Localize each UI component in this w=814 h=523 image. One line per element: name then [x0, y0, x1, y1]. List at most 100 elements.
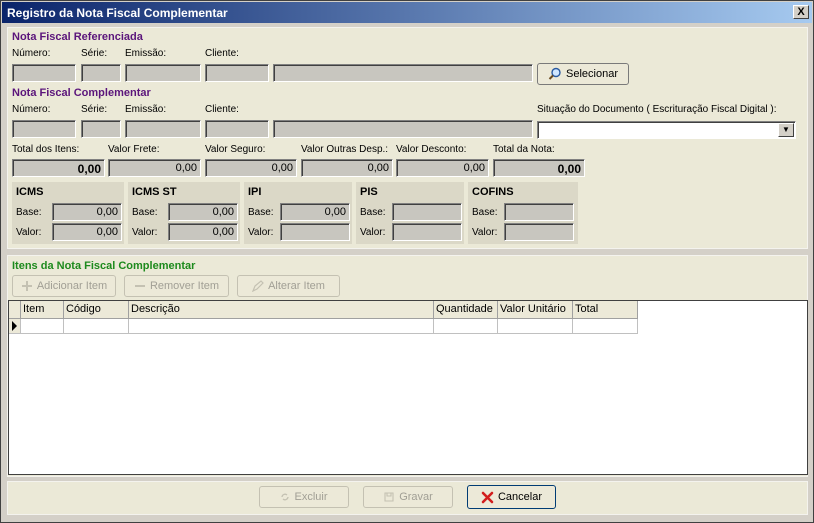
col-codigo[interactable]: Código — [64, 301, 129, 319]
desconto-field[interactable]: 0,00 — [396, 159, 489, 177]
ref-cliente-code-field[interactable] — [205, 64, 269, 82]
icms-st-box: ICMS ST Base: Valor: 0,00 0,00 — [128, 182, 240, 244]
col-descricao[interactable]: Descrição — [129, 301, 434, 319]
cofins-base-field[interactable] — [504, 203, 574, 221]
ipi-valor-field[interactable] — [280, 223, 350, 241]
referenced-title: Nota Fiscal Referenciada — [12, 31, 143, 43]
icms-title: ICMS — [16, 186, 44, 198]
title-bar[interactable]: Registro da Nota Fiscal Complementar X — [2, 2, 812, 23]
table-cell[interactable] — [21, 319, 64, 334]
grid-row-header — [9, 301, 21, 319]
close-button[interactable]: X — [793, 5, 809, 19]
col-total[interactable]: Total — [573, 301, 638, 319]
pis-base-label: Base: — [360, 207, 386, 218]
pis-box: PIS Base: Valor: — [356, 182, 464, 244]
icms-st-valor-label: Valor: — [132, 227, 158, 238]
comp-serie-label: Série: — [81, 104, 108, 115]
ref-numero-label: Número: — [12, 48, 51, 59]
frete-field[interactable]: 0,00 — [108, 159, 201, 177]
comp-cliente-name-field[interactable] — [273, 120, 533, 138]
icms-base-field[interactable]: 0,00 — [52, 203, 122, 221]
pis-valor-label: Valor: — [360, 227, 386, 238]
cofins-box: COFINS Base: Valor: — [468, 182, 578, 244]
row-selector[interactable] — [9, 319, 21, 334]
table-cell[interactable] — [129, 319, 434, 334]
icms-valor-field[interactable]: 0,00 — [52, 223, 122, 241]
total-itens-label: Total dos Itens: — [12, 144, 80, 155]
save-button[interactable]: Gravar — [363, 486, 453, 508]
icms-valor-label: Valor: — [16, 227, 42, 238]
delete-button-label: Excluir — [294, 491, 328, 503]
seguro-field[interactable]: 0,00 — [205, 159, 297, 177]
outras-label: Valor Outras Desp.: — [301, 144, 389, 155]
save-button-label: Gravar — [399, 491, 433, 503]
comp-numero-field[interactable] — [12, 120, 76, 138]
col-quantidade[interactable]: Quantidade — [434, 301, 498, 319]
cofins-base-label: Base: — [472, 207, 498, 218]
minus-icon — [134, 285, 145, 287]
seguro-label: Valor Seguro: — [205, 144, 266, 155]
ref-serie-field[interactable] — [81, 64, 121, 82]
edit-item-label: Alterar Item — [268, 280, 325, 292]
total-itens-field[interactable]: 0,00 — [12, 159, 105, 177]
edit-item-button[interactable]: Alterar Item — [237, 275, 340, 297]
ipi-base-field[interactable]: 0,00 — [280, 203, 350, 221]
items-grid[interactable]: Item Código Descrição Quantidade Valor U… — [8, 300, 808, 475]
chevron-down-icon[interactable]: ▼ — [778, 123, 794, 137]
pencil-icon — [252, 280, 264, 292]
select-button-label: Selecionar — [566, 68, 618, 80]
icms-box: ICMS Base: Valor: 0,00 0,00 — [12, 182, 124, 244]
cancel-icon — [481, 491, 494, 503]
icms-st-title: ICMS ST — [132, 186, 177, 198]
total-nota-label: Total da Nota: — [493, 144, 555, 155]
complementary-title: Nota Fiscal Complementar — [12, 87, 151, 99]
icms-base-label: Base: — [16, 207, 42, 218]
ipi-title: IPI — [248, 186, 262, 198]
plus-icon — [21, 281, 32, 291]
comp-emissao-label: Emissão: — [125, 104, 167, 115]
remove-item-button[interactable]: Remover Item — [124, 275, 229, 297]
ref-emissao-field[interactable] — [125, 64, 201, 82]
table-cell[interactable] — [64, 319, 129, 334]
ref-emissao-label: Emissão: — [125, 48, 167, 59]
close-icon: X — [797, 6, 805, 18]
comp-cliente-code-field[interactable] — [205, 120, 269, 138]
desconto-label: Valor Desconto: — [396, 144, 467, 155]
cancel-button[interactable]: Cancelar — [467, 485, 556, 509]
frete-label: Valor Frete: — [108, 144, 160, 155]
ref-cliente-name-field[interactable] — [273, 64, 533, 82]
ipi-valor-label: Valor: — [248, 227, 274, 238]
icms-st-valor-field[interactable]: 0,00 — [168, 223, 238, 241]
col-item[interactable]: Item — [21, 301, 64, 319]
cofins-valor-field[interactable] — [504, 223, 574, 241]
outras-field[interactable]: 0,00 — [301, 159, 393, 177]
ref-numero-field[interactable] — [12, 64, 76, 82]
delete-button[interactable]: Excluir — [259, 486, 349, 508]
items-title: Itens da Nota Fiscal Complementar — [12, 260, 196, 272]
save-icon — [384, 492, 394, 502]
pis-valor-field[interactable] — [392, 223, 462, 241]
ipi-base-label: Base: — [248, 207, 274, 218]
ref-cliente-label: Cliente: — [205, 48, 239, 59]
col-valor-unitario[interactable]: Valor Unitário — [498, 301, 573, 319]
add-item-button[interactable]: Adicionar Item — [12, 275, 116, 297]
comp-emissao-field[interactable] — [125, 120, 201, 138]
comp-serie-field[interactable] — [81, 120, 121, 138]
cancel-button-label: Cancelar — [497, 491, 543, 503]
row-pointer-icon — [12, 321, 17, 331]
ipi-box: IPI Base: Valor: 0,00 — [244, 182, 352, 244]
total-nota-field[interactable]: 0,00 — [493, 159, 585, 177]
select-button[interactable]: Selecionar — [537, 63, 629, 85]
table-cell[interactable] — [573, 319, 638, 334]
pis-base-field[interactable] — [392, 203, 462, 221]
situacao-select[interactable]: ▼ — [537, 121, 796, 139]
add-item-label: Adicionar Item — [36, 280, 108, 292]
cofins-valor-label: Valor: — [472, 227, 498, 238]
icms-st-base-field[interactable]: 0,00 — [168, 203, 238, 221]
table-cell[interactable] — [498, 319, 573, 334]
magnifier-icon — [548, 67, 561, 80]
window-title: Registro da Nota Fiscal Complementar — [7, 6, 228, 20]
pis-title: PIS — [360, 186, 378, 198]
table-cell[interactable] — [434, 319, 498, 334]
remove-item-label: Remover Item — [149, 280, 220, 292]
